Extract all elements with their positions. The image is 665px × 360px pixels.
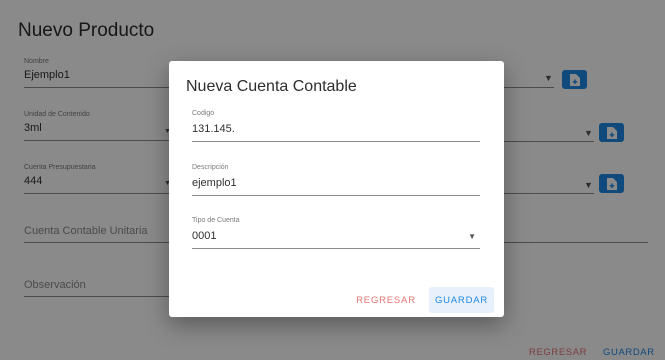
caret-down-icon: ▼ — [468, 232, 476, 241]
codigo-field[interactable]: Codigo 131.145. — [192, 110, 480, 142]
codigo-label: Codigo — [192, 110, 215, 117]
dialog-title: Nueva Cuenta Contable — [186, 78, 357, 95]
codigo-value: 131.145. — [192, 123, 235, 135]
descripcion-label: Descripción — [192, 164, 229, 171]
dialog-regresar-button[interactable]: REGRESAR — [353, 287, 419, 313]
tipo-cuenta-select[interactable]: Tipo de Cuenta 0001 ▼ — [192, 217, 480, 249]
nueva-cuenta-contable-dialog: Nueva Cuenta Contable Codigo 131.145. De… — [169, 61, 504, 317]
descripcion-field[interactable]: Descripción ejemplo1 — [192, 164, 480, 196]
dialog-guardar-button[interactable]: GUARDAR — [429, 287, 494, 313]
descripcion-value: ejemplo1 — [192, 177, 237, 189]
tipo-cuenta-label: Tipo de Cuenta — [192, 217, 240, 224]
tipo-cuenta-value: 0001 — [192, 230, 217, 242]
